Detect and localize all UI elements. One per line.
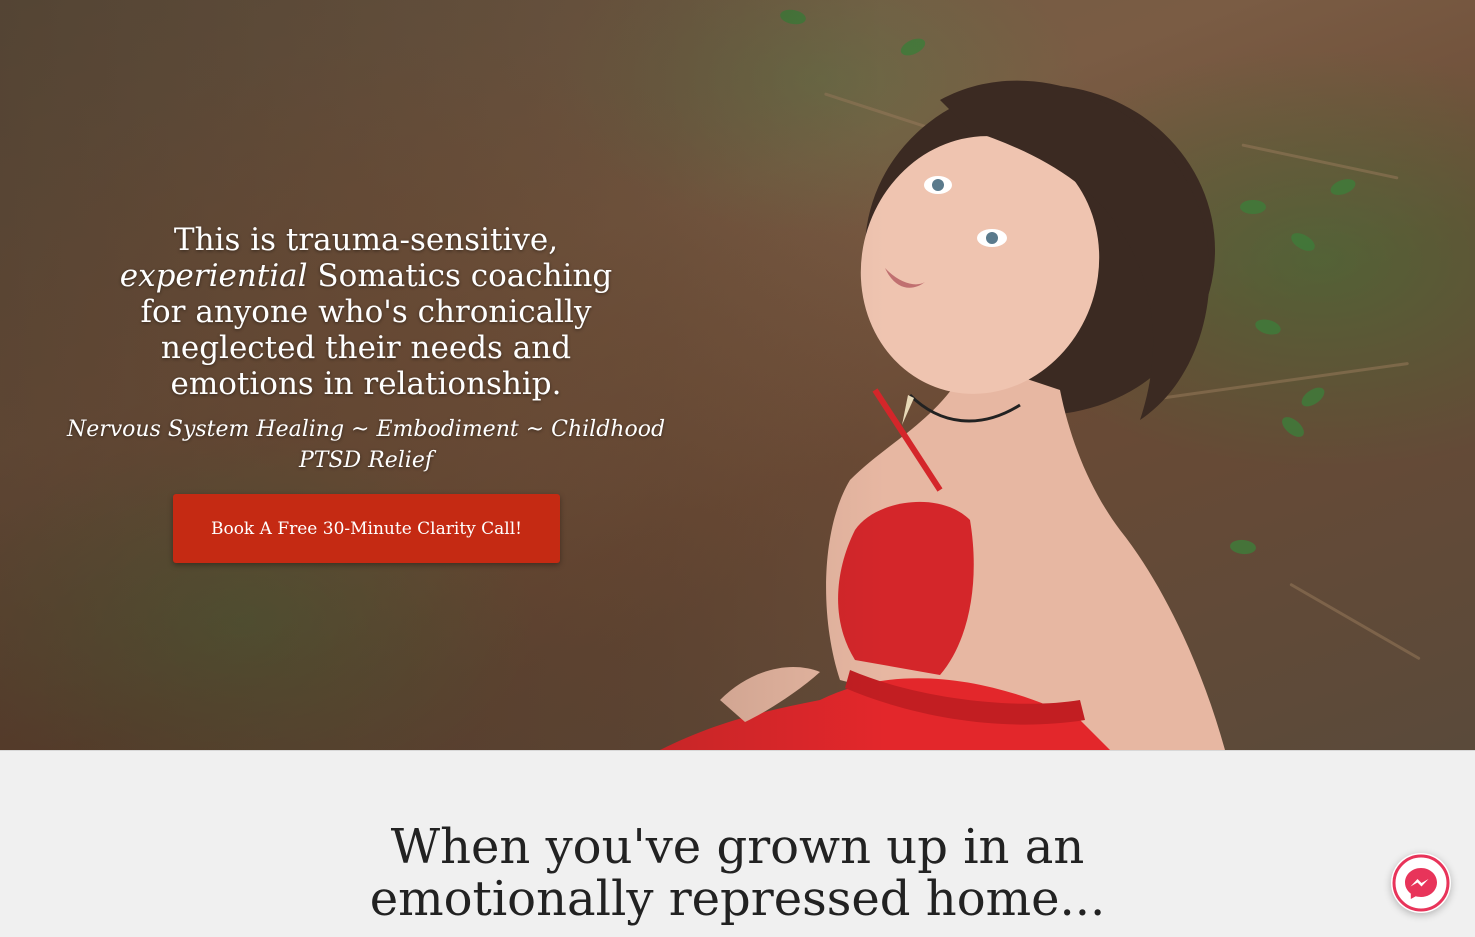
hero-heading-line1: This is trauma-sensitive, — [173, 222, 559, 258]
hero-section: This is trauma-sensitive, experiential So… — [0, 0, 1475, 750]
hero-heading: This is trauma-sensitive, experiential So… — [60, 222, 672, 402]
messenger-icon — [1392, 854, 1450, 912]
hero-heading-emphasis: experiential — [119, 258, 308, 294]
hero-text-block: This is trauma-sensitive, experiential So… — [60, 222, 672, 476]
hero-subheading: Nervous System Healing ~ Embodiment ~ Ch… — [66, 417, 666, 473]
landing-page: This is trauma-sensitive, experiential So… — [0, 0, 1475, 937]
repressed-home-section: When you've grown up in an emotionally r… — [0, 750, 1475, 937]
section-heading: When you've grown up in an emotionally r… — [369, 819, 1106, 927]
messenger-chat-button[interactable] — [1391, 853, 1451, 913]
book-clarity-call-button[interactable]: Book A Free 30-Minute Clarity Call! — [173, 494, 560, 563]
